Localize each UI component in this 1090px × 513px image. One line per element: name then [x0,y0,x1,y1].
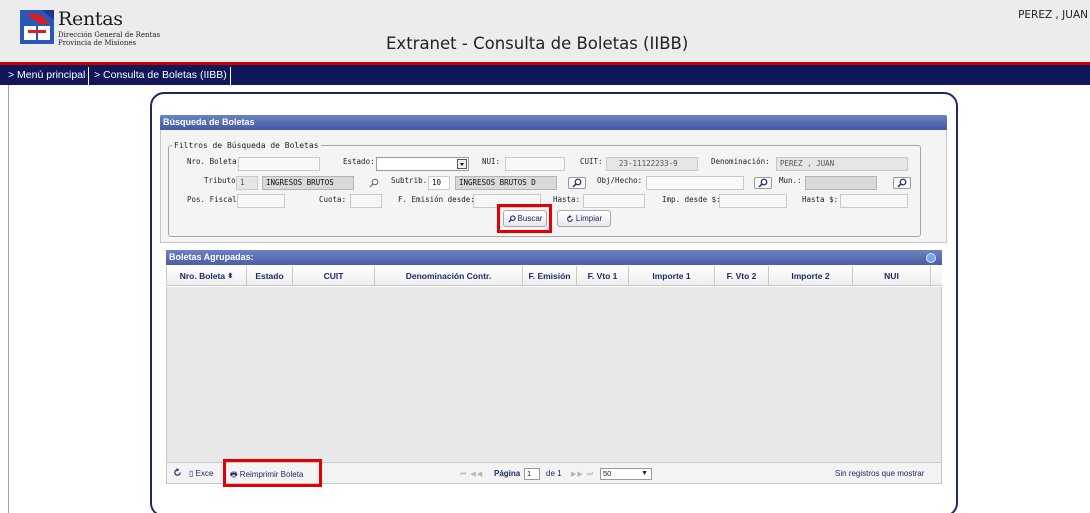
app-header: Rentas Dirección General de Rentas Provi… [0,0,1090,62]
subtrib-code-input[interactable]: 10 [428,176,450,190]
collapse-icon[interactable] [926,253,936,263]
col-nui[interactable]: NUI [853,266,931,286]
nui-label: NUI: [482,157,501,166]
hasta-imp-label: Hasta $: [802,195,839,204]
col-f-vto-1[interactable]: F. Vto 1 [577,266,629,286]
search-icon [369,178,379,188]
pos-fiscal-input[interactable] [237,194,285,208]
denominacion-label: Denominación: [711,157,770,166]
estado-select[interactable] [376,157,469,171]
total-pages: de 1 [546,469,562,478]
col-estado[interactable]: Estado [247,266,293,286]
limpiar-button[interactable]: Limpiar [557,210,611,227]
first-prev-page-buttons[interactable]: ⏮ ◀◀ [460,470,483,479]
obj-hecho-search-button[interactable] [754,177,772,189]
page-size-value: 50 [603,469,612,478]
search-section-header: Búsqueda de Boletas [160,115,947,130]
buscar-highlight [497,204,552,233]
tributo-code-input: 1 [236,176,258,190]
f-emision-desde-label: F. Emisión desde: [398,195,475,204]
left-divider [8,85,9,513]
chevron-down-icon: ▼ [641,470,648,477]
logo-title: Rentas [58,8,123,30]
pos-fiscal-label: Pos. Fiscal: [187,195,242,204]
logo-subtitle: Dirección General de Rentas [58,31,161,39]
col-cuit[interactable]: CUIT [293,266,375,286]
page-number-input[interactable]: 1 [524,468,540,480]
search-icon [758,178,768,188]
tributo-label: Tributo: [204,176,241,185]
obj-hecho-label: Obj/Hecho: [597,176,643,185]
page-size-select[interactable]: 50 ▼ [600,468,652,480]
grid-status: Sin registros que mostrar [835,469,925,478]
col-importe-2[interactable]: Importe 2 [769,266,853,286]
search-icon [572,178,582,188]
imp-desde-input[interactable] [719,194,787,208]
tributo-search-button[interactable] [365,177,383,189]
col-f-vto-2[interactable]: F. Vto 2 [715,266,769,286]
grid-title: Boletas Agrupadas: [166,250,942,265]
nui-input[interactable] [505,157,565,171]
denominacion-input: PEREZ , JUAN [776,157,908,171]
subtrib-search-button[interactable] [568,177,586,189]
breadcrumb-nav: > Menú principal > Consulta de Boletas (… [0,62,1090,85]
nav-consulta-boletas[interactable]: > Consulta de Boletas (IIBB) [91,67,231,85]
tributo-name-input: INGRESOS BRUTOS [262,176,354,190]
col-denominacion[interactable]: Denominación Contr. [375,266,523,286]
rentas-logo-icon [20,10,54,44]
mun-search-button[interactable] [893,177,911,189]
col-importe-1[interactable]: Importe 1 [629,266,715,286]
cuit-value: 23-11122233-9 [619,159,678,168]
cuota-input[interactable] [350,194,382,208]
reimprimir-highlight [223,459,322,487]
document-icon: ▯ [189,469,194,478]
excel-button[interactable]: ▯ Exce [189,469,213,478]
obj-hecho-input[interactable] [646,176,744,190]
hasta-imp-input[interactable] [840,194,908,208]
logo-province: Provincia de Misiones [58,39,137,47]
imp-desde-label: Imp. desde $: [662,195,721,204]
subtrib-name-input: INGRESOS BRUTOS D [455,176,557,190]
grid-column-headers: Nro. Boleta ⬍ Estado CUIT Denominación C… [166,266,942,286]
refresh-button[interactable] [173,468,182,479]
hasta-input[interactable] [583,194,645,208]
cuit-label: CUIT: [580,157,603,166]
limpiar-label: Limpiar [575,214,603,223]
col-nro-boleta[interactable]: Nro. Boleta ⬍ [167,266,247,286]
mun-label: Mun.: [779,176,802,185]
pagina-label: Página [494,469,521,478]
mun-input [805,176,877,190]
user-name: PEREZ , JUAN [1018,9,1088,21]
next-last-page-buttons[interactable]: ▶▶ ⏭ [571,470,594,479]
refresh-icon [566,214,573,222]
refresh-icon [174,468,181,476]
hasta-label: Hasta: [553,195,581,204]
chevron-down-icon [457,159,467,169]
grid-body [166,287,942,462]
nro-boleta-label: Nro. Boleta: [187,157,242,166]
nav-menu-principal[interactable]: > Menú principal [5,67,90,85]
subtrib-label: Subtrib.: [391,176,432,185]
search-icon [897,178,907,188]
cuota-label: Cuota: [319,195,347,204]
col-f-emision[interactable]: F. Emisión [523,266,577,286]
nro-boleta-input[interactable] [238,157,320,171]
sort-icon: ⬍ [227,273,234,280]
estado-label: Estado: [343,157,375,166]
excel-label: Exce [195,469,214,478]
cuit-input: 23-11122233-9 [606,157,698,171]
filters-legend: Filtros de Búsqueda de Boletas [172,141,321,150]
page-title: Extranet - Consulta de Boletas (IIBB) [386,34,689,53]
rentas-logo: Rentas Dirección General de Rentas Provi… [20,8,161,50]
